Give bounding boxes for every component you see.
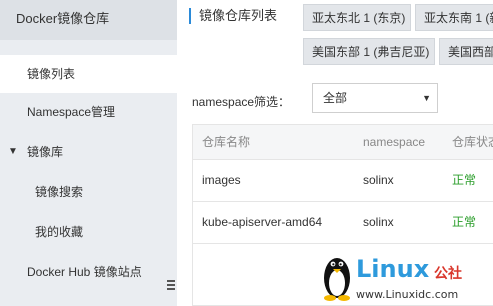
repo-status: 正常 [452, 173, 477, 187]
penguin-logo-icon [324, 258, 350, 301]
watermark-brand: Linux [356, 255, 430, 283]
region-tab-singapore[interactable]: 亚太东南 1 (新加坡) [415, 4, 493, 31]
page-title: 镜像仓库列表 [189, 8, 277, 24]
column-header-namespace: namespace [363, 135, 426, 149]
namespace-filter-select[interactable]: 全部 ▼ [312, 83, 438, 113]
sidebar-item-label: 镜像库 [27, 145, 64, 159]
table-row[interactable]: kube-apiserver-amd64 solinx 正常 [193, 201, 493, 244]
sidebar-item-image-list[interactable]: 镜像列表 [0, 55, 177, 93]
sidebar-item-docker-hub[interactable]: Docker Hub 镜像站点 [0, 253, 177, 291]
dropdown-arrow-icon: ▼ [422, 93, 431, 103]
sidebar-item-image-search[interactable]: 镜像搜索 [0, 173, 177, 211]
table-header: 仓库名称 namespace 仓库状态 [193, 125, 493, 160]
repo-status: 正常 [452, 215, 477, 229]
column-header-name: 仓库名称 [202, 135, 251, 149]
repo-namespace: solinx [363, 215, 394, 229]
sidebar: Docker镜像仓库 镜像列表 Namespace管理 ▼ 镜像库 镜像搜索 我… [0, 0, 177, 306]
namespace-filter-value: 全部 [323, 91, 348, 105]
sidebar-item-namespace[interactable]: Namespace管理 [0, 93, 177, 131]
watermark-url: www.Linuxidc.com [356, 288, 459, 301]
watermark: Linux 公社 www.Linuxidc.com [318, 250, 493, 306]
menu-icon-line [167, 288, 175, 290]
namespace-filter-label: namespace筛选： [192, 95, 291, 109]
sidebar-item-favorites[interactable]: 我的收藏 [0, 213, 177, 251]
sidebar-title: Docker镜像仓库 [0, 0, 177, 40]
region-tab-silicon-valley[interactable]: 美国西部 1 (硅谷) [439, 38, 493, 65]
column-header-status: 仓库状态 [452, 135, 493, 149]
region-tab-tokyo[interactable]: 亚太东北 1 (东京) [303, 4, 411, 31]
caret-down-icon: ▼ [8, 146, 18, 157]
menu-icon-line [167, 284, 175, 286]
menu-icon-line [167, 280, 175, 282]
watermark-brand-cn: 公社 [434, 265, 462, 281]
sidebar-collapse-handle[interactable] [164, 275, 177, 306]
sidebar-item-image-repo[interactable]: ▼ 镜像库 [0, 133, 177, 171]
region-tab-virginia[interactable]: 美国东部 1 (弗吉尼亚) [303, 38, 435, 65]
repo-name[interactable]: images [202, 159, 241, 201]
table-row[interactable]: images solinx 正常 [193, 159, 493, 202]
repo-name[interactable]: kube-apiserver-amd64 [202, 201, 322, 243]
repo-namespace: solinx [363, 173, 394, 187]
